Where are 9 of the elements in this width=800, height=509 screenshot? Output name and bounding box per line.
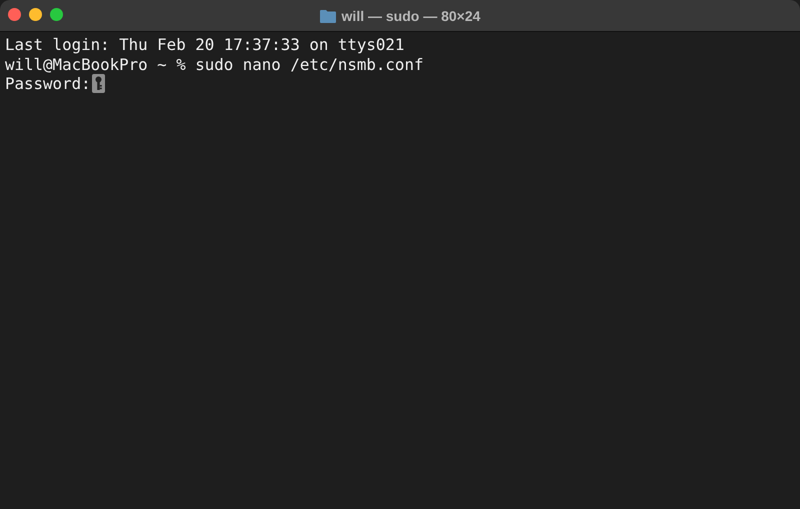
key-cursor-icon xyxy=(92,74,105,94)
close-button[interactable] xyxy=(8,8,21,21)
zoom-button[interactable] xyxy=(50,8,63,21)
terminal-line: Password: xyxy=(5,74,91,94)
terminal-line: Last login: Thu Feb 20 17:37:33 on ttys021 xyxy=(5,35,404,54)
terminal-line: will@MacBookPro ~ % sudo nano /etc/nsmb.conf xyxy=(5,54,424,74)
window-title: will — sudo — 80×24 xyxy=(342,8,480,24)
folder-icon xyxy=(320,8,336,22)
minimize-button[interactable] xyxy=(29,8,42,21)
